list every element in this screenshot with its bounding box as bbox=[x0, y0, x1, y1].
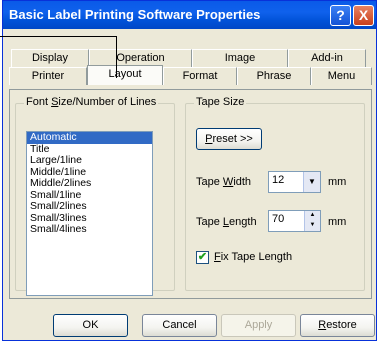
help-button[interactable]: ? bbox=[330, 5, 351, 26]
callout-line-horizontal bbox=[0, 36, 116, 37]
list-item[interactable]: Middle/2lines bbox=[27, 177, 152, 190]
list-item[interactable]: Small/4lines bbox=[27, 223, 152, 236]
tape-width-unit: mm bbox=[328, 176, 347, 188]
tab-display[interactable]: Display bbox=[11, 49, 89, 67]
tab-printer[interactable]: Printer bbox=[9, 67, 87, 85]
tape-width-select[interactable]: 12 ▼ bbox=[268, 171, 321, 193]
window-title: Basic Label Printing Software Properties bbox=[9, 7, 261, 22]
font-size-group-label: Font Size/Number of Lines bbox=[24, 96, 159, 108]
close-button[interactable]: X bbox=[353, 5, 374, 26]
spin-up-icon[interactable]: ▲ bbox=[304, 211, 320, 221]
apply-button[interactable]: Apply bbox=[221, 314, 296, 337]
list-item[interactable]: Small/2lines bbox=[27, 200, 152, 213]
restore-button[interactable]: Restore bbox=[300, 314, 375, 337]
tab-format[interactable]: Format bbox=[163, 67, 237, 85]
properties-dialog: Basic Label Printing Software Properties… bbox=[2, 0, 377, 341]
font-size-group: Font Size/Number of Lines Automatic Titl… bbox=[15, 96, 175, 296]
tape-size-group: Tape Size Preset >> Tape Width 12 ▼ mm T… bbox=[185, 96, 365, 291]
checkmark-icon: ✔ bbox=[197, 251, 208, 263]
tape-size-group-label: Tape Size bbox=[194, 96, 247, 108]
tab-menu[interactable]: Menu bbox=[311, 67, 372, 85]
font-size-listbox[interactable]: Automatic Title Large/1line Middle/1line… bbox=[26, 131, 153, 296]
chevron-down-icon[interactable]: ▼ bbox=[303, 172, 320, 192]
tab-layout[interactable]: Layout bbox=[87, 65, 163, 85]
tape-width-value: 12 bbox=[272, 174, 285, 186]
tape-width-label: Tape Width bbox=[196, 176, 252, 188]
callout-line-vertical bbox=[116, 36, 117, 78]
tape-length-label: Tape Length bbox=[196, 216, 257, 228]
ok-button[interactable]: OK bbox=[53, 314, 128, 337]
tape-length-value[interactable]: 70 bbox=[272, 213, 284, 225]
cancel-button[interactable]: Cancel bbox=[142, 314, 217, 337]
fix-tape-length-checkbox[interactable]: ✔ bbox=[196, 251, 209, 264]
tape-length-stepper[interactable]: 70 ▲ ▼ bbox=[268, 210, 321, 232]
tab-phrase[interactable]: Phrase bbox=[237, 67, 311, 85]
list-item[interactable]: Large/1line bbox=[27, 154, 152, 167]
tab-add-in[interactable]: Add-in bbox=[288, 49, 366, 67]
tab-image[interactable]: Image bbox=[192, 49, 288, 67]
list-item[interactable]: Automatic bbox=[27, 131, 152, 144]
close-icon: X bbox=[358, 7, 369, 23]
title-bar[interactable]: Basic Label Printing Software Properties… bbox=[3, 1, 376, 29]
layout-tab-panel: Font Size/Number of Lines Automatic Titl… bbox=[9, 89, 372, 299]
help-icon: ? bbox=[336, 7, 345, 23]
preset-button[interactable]: Preset >> bbox=[196, 128, 262, 150]
fix-tape-length-label[interactable]: Fix Tape Length bbox=[214, 251, 292, 263]
tape-length-unit: mm bbox=[328, 216, 347, 228]
spin-down-icon[interactable]: ▼ bbox=[304, 221, 320, 231]
